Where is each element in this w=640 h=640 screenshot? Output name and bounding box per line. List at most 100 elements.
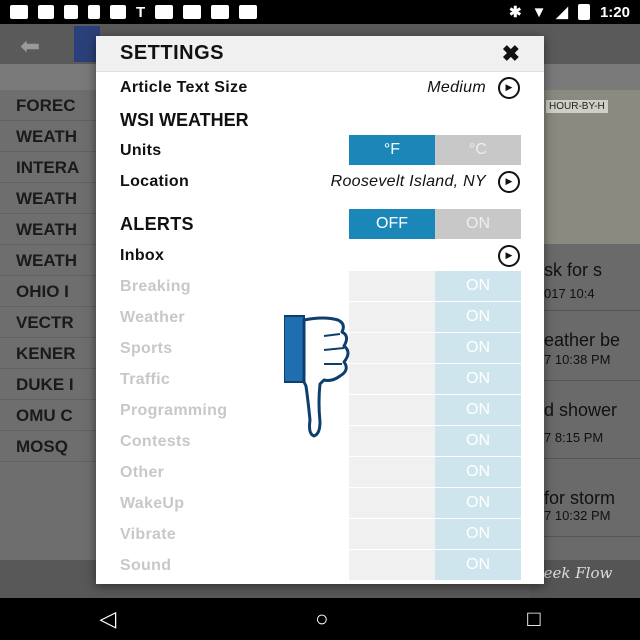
alert-row-sound: Sound OFF ON <box>96 550 544 581</box>
alert-off-option[interactable]: OFF <box>349 457 435 487</box>
alert-toggle[interactable]: OFF ON <box>349 519 521 549</box>
divider <box>544 380 640 381</box>
alert-toggle[interactable]: OFF ON <box>349 271 521 301</box>
alerts-off-option[interactable]: OFF <box>349 209 435 239</box>
alert-on-option[interactable]: ON <box>435 302 521 332</box>
list-item[interactable]: VECTR <box>0 307 96 338</box>
celsius-option[interactable]: °C <box>435 135 521 165</box>
alert-toggle[interactable]: OFF ON <box>349 395 521 425</box>
divider <box>544 536 640 537</box>
alert-toggle[interactable]: OFF ON <box>349 333 521 363</box>
map-label: HOUR-BY-H <box>546 100 608 113</box>
location-label: Location <box>120 172 190 190</box>
dialog-title: SETTINGS <box>120 42 225 64</box>
alert-row-traffic: Traffic OFF ON <box>96 364 544 395</box>
list-item[interactable]: INTERA <box>0 152 96 183</box>
list-item[interactable]: DUKE I <box>0 369 96 400</box>
alert-toggle[interactable]: OFF ON <box>349 364 521 394</box>
ad-banner[interactable]: neek Flow <box>530 560 640 598</box>
alert-off-option[interactable]: OFF <box>349 395 435 425</box>
alert-row-breaking: Breaking OFF ON <box>96 271 544 302</box>
inbox-row[interactable]: Inbox ▶ <box>96 240 544 271</box>
alert-toggle[interactable]: OFF ON <box>349 550 521 580</box>
alert-label: Sound <box>120 556 172 574</box>
alert-off-option[interactable]: OFF <box>349 488 435 518</box>
alert-on-option[interactable]: ON <box>435 333 521 363</box>
alert-on-option[interactable]: ON <box>435 488 521 518</box>
list-item[interactable]: FOREC <box>0 90 96 121</box>
news-headline[interactable]: sk for s <box>544 260 602 281</box>
news-date: 7 10:32 PM <box>544 508 611 523</box>
close-icon[interactable]: ✖ <box>502 41 520 67</box>
alert-off-option[interactable]: OFF <box>349 550 435 580</box>
alert-on-option[interactable]: ON <box>435 550 521 580</box>
list-item[interactable]: MOSQ <box>0 431 96 462</box>
alert-toggle[interactable]: OFF ON <box>349 457 521 487</box>
alert-label: Traffic <box>120 370 171 388</box>
clock: 1:20 <box>599 3 630 21</box>
list-item[interactable]: WEATH <box>0 214 96 245</box>
bluetooth-icon: ✱ <box>508 4 522 21</box>
list-item[interactable]: WEATH <box>0 245 96 276</box>
alert-label: WakeUp <box>120 494 185 512</box>
chevron-right-circle-icon[interactable]: ▶ <box>498 244 520 267</box>
back-triangle-icon[interactable]: ◁ <box>99 606 116 632</box>
news-date: 7 10:38 PM <box>544 352 611 367</box>
alert-off-option[interactable]: OFF <box>349 302 435 332</box>
alert-on-option[interactable]: ON <box>435 271 521 301</box>
alert-row-programming: Programming OFF ON <box>96 395 544 426</box>
news-date: 7 8:15 PM <box>544 430 604 445</box>
alert-toggle[interactable]: OFF ON <box>349 488 521 518</box>
status-bar: T ✱ ▼ ◢ 1:20 <box>0 0 640 24</box>
dialog-header: SETTINGS ✖ <box>96 36 544 72</box>
alert-on-option[interactable]: ON <box>435 364 521 394</box>
back-arrow-icon[interactable]: ⬅ <box>20 32 40 61</box>
alerts-on-option[interactable]: ON <box>435 209 521 239</box>
card-icon <box>110 5 126 19</box>
alert-toggle[interactable]: OFF ON <box>349 302 521 332</box>
square-icon <box>239 5 258 19</box>
alert-off-option[interactable]: OFF <box>349 364 435 394</box>
alert-on-option[interactable]: ON <box>435 426 521 456</box>
list-item[interactable]: OHIO I <box>0 276 96 307</box>
inbox-label: Inbox <box>120 246 165 264</box>
divider <box>544 310 640 311</box>
wsi-weather-heading: WSI WEATHER <box>120 110 249 130</box>
weather-map[interactable]: HOUR-BY-H <box>544 90 640 244</box>
alert-row-contests: Contests OFF ON <box>96 426 544 457</box>
alert-on-option[interactable]: ON <box>435 519 521 549</box>
list-item[interactable]: KENER <box>0 338 96 369</box>
text-notification-icon: T <box>136 3 146 21</box>
chevron-right-circle-icon[interactable]: ▶ <box>498 76 520 99</box>
list-item[interactable]: WEATH <box>0 183 96 214</box>
list-item[interactable]: OMU C <box>0 400 96 431</box>
alert-on-option[interactable]: ON <box>435 457 521 487</box>
alert-toggle[interactable]: OFF ON <box>349 426 521 456</box>
alert-off-option[interactable]: OFF <box>349 271 435 301</box>
alert-on-option[interactable]: ON <box>435 395 521 425</box>
article-text-size-row[interactable]: Article Text Size Medium ▶ <box>96 72 544 103</box>
news-headline[interactable]: d shower <box>544 400 617 421</box>
location-row[interactable]: Location Roosevelt Island, NY ▶ <box>96 166 544 197</box>
alert-off-option[interactable]: OFF <box>349 519 435 549</box>
alert-label: Weather <box>120 308 185 326</box>
article-text-size-label: Article Text Size <box>120 78 248 96</box>
news-panel: HOUR-BY-H sk for s 017 10:4 eather be 7 … <box>544 90 640 598</box>
send-icon <box>38 5 54 19</box>
alerts-toggle[interactable]: OFF ON <box>349 209 521 239</box>
alert-label: Breaking <box>120 277 191 295</box>
alert-row-sports: Sports OFF ON <box>96 333 544 364</box>
alert-off-option[interactable]: OFF <box>349 333 435 363</box>
alert-off-option[interactable]: OFF <box>349 426 435 456</box>
fahrenheit-option[interactable]: °F <box>349 135 435 165</box>
chevron-right-circle-icon[interactable]: ▶ <box>498 170 520 193</box>
alerts-row: ALERTS OFF ON <box>96 209 544 240</box>
units-toggle[interactable]: °F °C <box>349 135 521 165</box>
home-circle-icon[interactable]: ○ <box>315 606 328 632</box>
news-headline[interactable]: for storm <box>544 488 615 509</box>
message-icon <box>10 5 28 19</box>
recents-square-icon[interactable]: □ <box>527 606 540 632</box>
list-item[interactable]: WEATH <box>0 121 96 152</box>
news-headline[interactable]: eather be <box>544 330 620 351</box>
